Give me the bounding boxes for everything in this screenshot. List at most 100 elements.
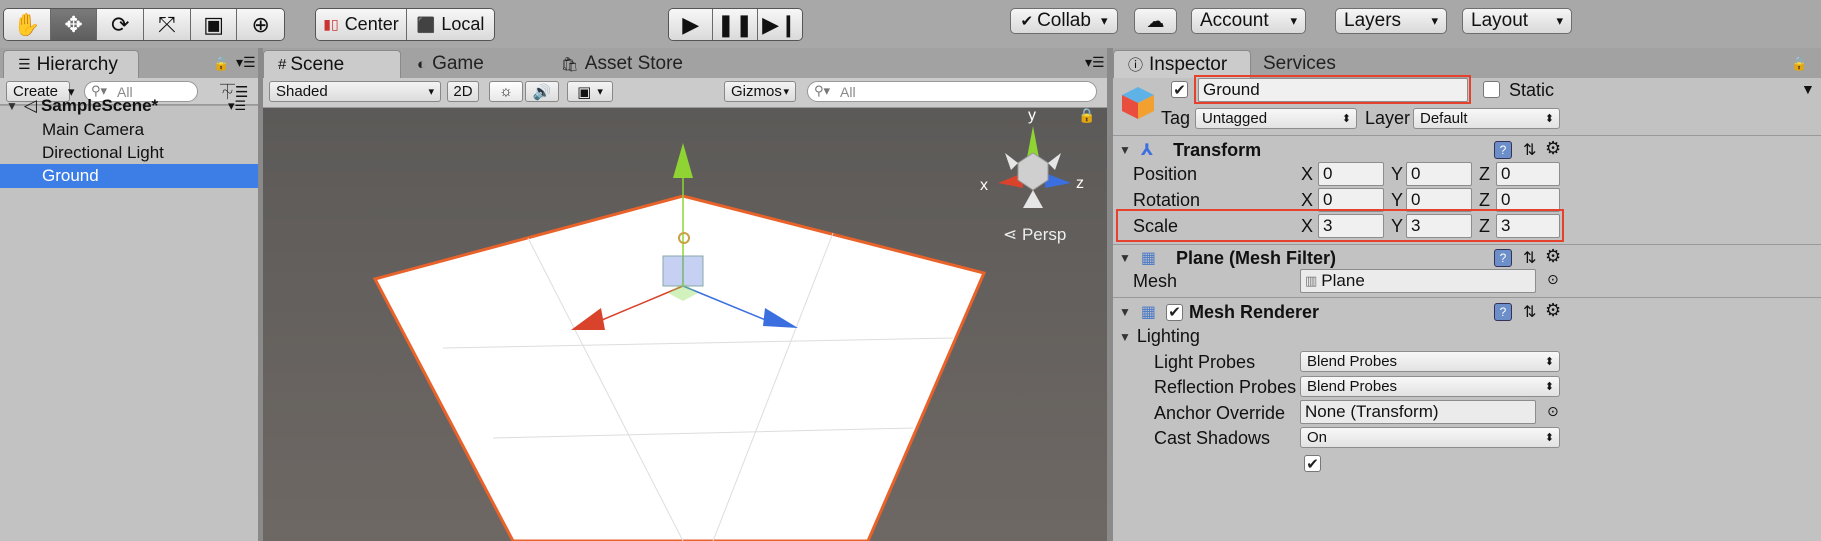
pivot-icon: ▮▯: [323, 16, 339, 32]
position-y-field[interactable]: 0: [1406, 162, 1472, 186]
help-icon[interactable]: ?: [1494, 303, 1512, 321]
caret-icon: ▾: [428, 86, 434, 98]
collapse-triangle-icon[interactable]: ▼: [1119, 305, 1131, 319]
scene-viewport[interactable]: 🔒 y x z ⋖ Persp: [263, 108, 1107, 541]
position-y-value: 0: [1411, 164, 1421, 183]
expand-triangle-icon[interactable]: ▼: [6, 99, 18, 113]
rotate-icon: ⟳: [111, 11, 130, 37]
lock-icon[interactable]: 🔒: [1078, 108, 1095, 124]
mesh-field[interactable]: ▥ Plane: [1300, 269, 1536, 293]
anchor-override-field[interactable]: None (Transform): [1300, 400, 1536, 424]
cloud-button[interactable]: ☁: [1134, 8, 1177, 34]
lighting-foldout[interactable]: ▼ Lighting: [1119, 326, 1200, 347]
audio-toggle[interactable]: 🔊: [525, 81, 559, 102]
y-axis-arrow[interactable]: [673, 143, 693, 178]
layers-dropdown[interactable]: Layers: [1335, 8, 1447, 34]
axis-z-label: Z: [1479, 190, 1490, 210]
hierarchy-item-ground[interactable]: Ground: [0, 164, 258, 188]
static-caret-icon[interactable]: ▼: [1801, 81, 1815, 97]
collapse-triangle-icon[interactable]: ▼: [1119, 143, 1131, 157]
light-probes-dropdown[interactable]: Blend Probes: [1300, 351, 1560, 372]
active-checkbox[interactable]: ✔: [1171, 81, 1188, 99]
main-toolbar: ✋ ✥ ⟳ ⤧ ▣ ⊕ ▮▯ Center ⬛ Local ▶ ❚❚ ▶❙ ✔ …: [0, 0, 1821, 48]
step-button[interactable]: ▶❙: [757, 9, 802, 40]
effects-dropdown[interactable]: ▣ ▾: [567, 81, 613, 102]
orientation-gizmo[interactable]: [998, 126, 1071, 208]
tab-asset-store[interactable]: 🛍 Asset Store: [547, 50, 697, 78]
rect-tool-button[interactable]: ▣: [190, 9, 238, 40]
separator: [1113, 135, 1821, 136]
shading-dropdown[interactable]: Shaded ▾: [269, 81, 441, 102]
layer-label: Layer: [1365, 108, 1411, 128]
account-dropdown[interactable]: Account: [1191, 8, 1306, 34]
collapse-triangle-icon[interactable]: ▼: [1119, 330, 1131, 344]
tab-scene[interactable]: # Scene: [263, 50, 401, 78]
tab-scene-label: Scene: [290, 53, 345, 75]
transform-header[interactable]: ▼ ⅄ Transform: [1113, 137, 1821, 163]
hierarchy-item-label: Directional Light: [42, 143, 164, 162]
gizmos-dropdown[interactable]: Gizmos ▾: [724, 81, 796, 102]
lock-icon[interactable]: 🔒: [1791, 56, 1807, 72]
gear-icon[interactable]: ⚙: [1545, 246, 1561, 267]
persp-toggle[interactable]: ⋖ Persp: [1003, 225, 1066, 244]
hierarchy-item-main-camera[interactable]: Main Camera: [0, 118, 258, 142]
transform-tool-button[interactable]: ⊕: [237, 9, 284, 40]
scale-tool-button[interactable]: ⤧: [144, 9, 191, 40]
ground-plane[interactable]: [372, 194, 987, 541]
gear-icon[interactable]: ⚙: [1545, 300, 1561, 321]
position-x-field[interactable]: 0: [1318, 162, 1384, 186]
tab-game[interactable]: ◐ Game: [403, 50, 543, 78]
tab-services[interactable]: Services: [1249, 50, 1389, 78]
pivot-rotation-button[interactable]: ⬛ Local: [406, 9, 494, 40]
cube-icon: ⬛: [416, 16, 436, 34]
persp-arrow-icon: ⋖: [1003, 225, 1022, 244]
preset-icon[interactable]: ⇅: [1523, 302, 1536, 322]
cast-shadows-dropdown[interactable]: On: [1300, 427, 1560, 448]
lighting-toggle[interactable]: ☼: [489, 81, 523, 102]
gizmo-axis-y-label: y: [1028, 108, 1036, 124]
tab-hierarchy[interactable]: ☰ Hierarchy: [3, 50, 139, 78]
scene-name: SampleScene*: [40, 96, 159, 115]
reflection-probes-dropdown[interactable]: Blend Probes: [1300, 376, 1560, 397]
pause-button[interactable]: ❚❚: [713, 9, 758, 40]
cast-shadows-label: Cast Shadows: [1154, 428, 1271, 448]
gear-icon[interactable]: ⚙: [1545, 138, 1561, 159]
help-icon[interactable]: ?: [1494, 249, 1512, 267]
mesh-renderer-icon: ▦: [1140, 304, 1157, 321]
hierarchy-item-directional-light[interactable]: Directional Light: [0, 141, 258, 165]
separator: [1113, 297, 1821, 298]
mesh-filter-header[interactable]: ▼ ▦ Plane (Mesh Filter): [1113, 245, 1821, 271]
panel-menu-icon[interactable]: ▾☰: [236, 54, 256, 71]
2d-toggle[interactable]: 2D: [447, 81, 479, 102]
mesh-renderer-enabled-checkbox[interactable]: ✔: [1166, 303, 1184, 321]
panel-menu-icon[interactable]: ▾☰: [1085, 54, 1105, 71]
tab-inspector[interactable]: ⓘ Inspector: [1113, 50, 1251, 78]
position-z-field[interactable]: 0: [1496, 162, 1560, 186]
object-picker-icon[interactable]: ⊙: [1547, 403, 1559, 420]
tag-dropdown[interactable]: Untagged: [1195, 108, 1357, 129]
scale-row-highlight: [1116, 209, 1564, 242]
anchor-override-label: Anchor Override: [1154, 403, 1286, 423]
scene-search-input[interactable]: ⚲▾ All: [807, 81, 1097, 102]
scene-root-row[interactable]: ▼ ◁ SampleScene* ▾☰: [0, 94, 258, 118]
collapse-triangle-icon[interactable]: ▼: [1119, 251, 1131, 265]
hand-icon: ✋: [13, 11, 41, 37]
preset-icon[interactable]: ⇅: [1523, 140, 1536, 160]
preset-icon[interactable]: ⇅: [1523, 248, 1536, 268]
center-plane-handle[interactable]: [662, 255, 704, 287]
lock-icon[interactable]: 🔒: [213, 56, 229, 72]
collab-button[interactable]: ✔ Collab: [1010, 8, 1118, 34]
receive-shadows-checkbox[interactable]: ✔: [1304, 455, 1321, 473]
layout-dropdown[interactable]: Layout: [1462, 8, 1572, 34]
scene-menu-icon[interactable]: ▾☰: [228, 98, 246, 114]
play-button[interactable]: ▶: [669, 9, 714, 40]
rotate-tool-button[interactable]: ⟳: [97, 9, 145, 40]
help-icon[interactable]: ?: [1494, 141, 1512, 159]
hand-tool-button[interactable]: ✋: [4, 9, 51, 40]
mesh-renderer-header[interactable]: ▼ ▦ ✔ Mesh Renderer: [1113, 299, 1821, 325]
move-tool-button[interactable]: ✥: [50, 9, 98, 40]
layer-dropdown[interactable]: Default: [1413, 108, 1560, 129]
pivot-mode-button[interactable]: ▮▯ Center: [316, 9, 407, 40]
object-picker-icon[interactable]: ⊙: [1547, 271, 1559, 288]
static-checkbox[interactable]: [1483, 81, 1500, 98]
